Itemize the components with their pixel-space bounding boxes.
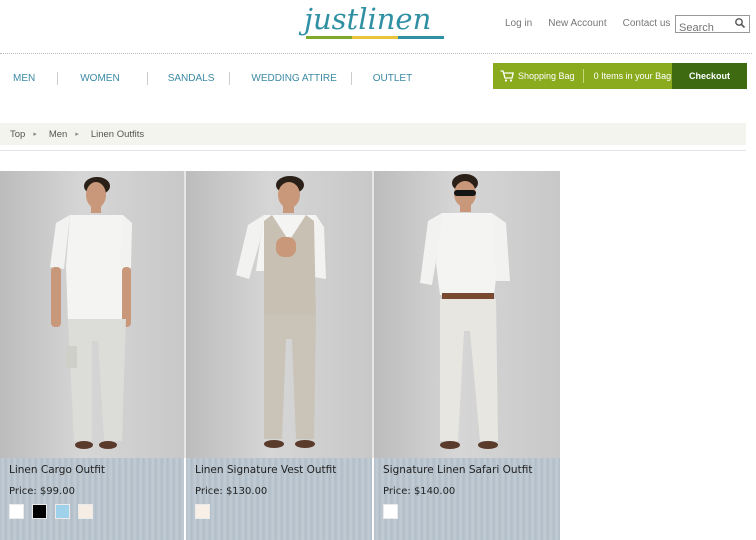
product-photo[interactable] xyxy=(186,171,372,458)
nav-separator xyxy=(146,72,148,85)
new-account-link[interactable]: New Account xyxy=(548,18,606,29)
product-price: Price: $130.00 xyxy=(195,486,268,497)
color-swatch-cream[interactable] xyxy=(195,504,210,519)
color-swatches xyxy=(9,504,93,519)
cart-icon xyxy=(500,70,514,82)
site-logo[interactable]: justlinen xyxy=(302,2,448,46)
breadcrumb-current: Linen Outfits xyxy=(90,128,145,140)
color-swatch-white[interactable] xyxy=(383,504,398,519)
product-card[interactable]: Linen Cargo Outfit Price: $99.00 xyxy=(0,171,184,540)
product-photo[interactable] xyxy=(374,171,560,458)
shopping-bag-bar: Shopping Bag 0 Items in your Bag Checkou… xyxy=(493,63,747,89)
product-card[interactable]: Linen Signature Vest Outfit Price: $130.… xyxy=(186,171,372,540)
nav-outlet[interactable]: OUTLET xyxy=(373,73,412,84)
color-swatch-cream[interactable] xyxy=(78,504,93,519)
product-photo[interactable] xyxy=(0,171,184,458)
logo-text: justlinen xyxy=(304,2,432,36)
nav-women[interactable]: WOMEN xyxy=(80,73,119,84)
product-grid: Linen Cargo Outfit Price: $99.00 Linen S… xyxy=(0,171,560,540)
search-icon[interactable] xyxy=(734,17,746,31)
header-divider xyxy=(0,53,752,54)
color-swatch-white[interactable] xyxy=(9,504,24,519)
account-links: Log in New Account Contact us xyxy=(505,18,686,29)
contact-us-link[interactable]: Contact us xyxy=(623,18,671,29)
checkout-button[interactable]: Checkout xyxy=(672,63,747,89)
product-name[interactable]: Signature Linen Safari Outfit xyxy=(383,464,532,476)
search-box xyxy=(675,15,750,36)
breadcrumb: Top ▸ Men ▸ Linen Outfits xyxy=(0,123,746,145)
model-figure xyxy=(236,176,326,448)
search-input[interactable] xyxy=(676,20,734,36)
login-link[interactable]: Log in xyxy=(505,18,532,29)
breadcrumb-top[interactable]: Top xyxy=(10,129,25,140)
shopping-bag-label: Shopping Bag xyxy=(518,71,575,81)
color-swatch-light-blue[interactable] xyxy=(55,504,70,519)
product-name[interactable]: Linen Signature Vest Outfit xyxy=(195,464,336,476)
color-swatch-black[interactable] xyxy=(32,504,47,519)
nav-separator xyxy=(350,72,352,85)
main-nav: MEN WOMEN SANDALS WEDDING ATTIRE OUTLET xyxy=(0,72,412,85)
breadcrumb-arrow-icon: ▸ xyxy=(33,131,37,138)
nav-sandals[interactable]: SANDALS xyxy=(168,73,215,84)
nav-separator xyxy=(57,72,59,85)
breadcrumb-men[interactable]: Men xyxy=(49,129,67,140)
nav-separator xyxy=(229,72,231,85)
logo-underline xyxy=(306,36,444,39)
breadcrumb-divider xyxy=(0,150,746,151)
product-card[interactable]: Signature Linen Safari Outfit Price: $14… xyxy=(374,171,560,540)
nav-men[interactable]: MEN xyxy=(13,73,35,84)
product-price: Price: $140.00 xyxy=(383,486,456,497)
color-swatches xyxy=(383,504,398,519)
color-swatches xyxy=(195,504,210,519)
page: justlinen Log in New Account Contact us … xyxy=(0,0,756,540)
model-figure xyxy=(50,177,132,449)
shopping-bag-button[interactable]: Shopping Bag 0 Items in your Bag xyxy=(493,63,672,89)
bag-divider xyxy=(582,69,584,83)
breadcrumb-arrow-icon: ▸ xyxy=(75,131,79,138)
model-figure xyxy=(420,174,510,449)
bag-item-count: 0 Items in your Bag xyxy=(593,71,672,81)
product-price: Price: $99.00 xyxy=(9,486,75,497)
nav-wedding-attire[interactable]: WEDDING ATTIRE xyxy=(251,73,336,84)
product-name[interactable]: Linen Cargo Outfit xyxy=(9,464,105,476)
